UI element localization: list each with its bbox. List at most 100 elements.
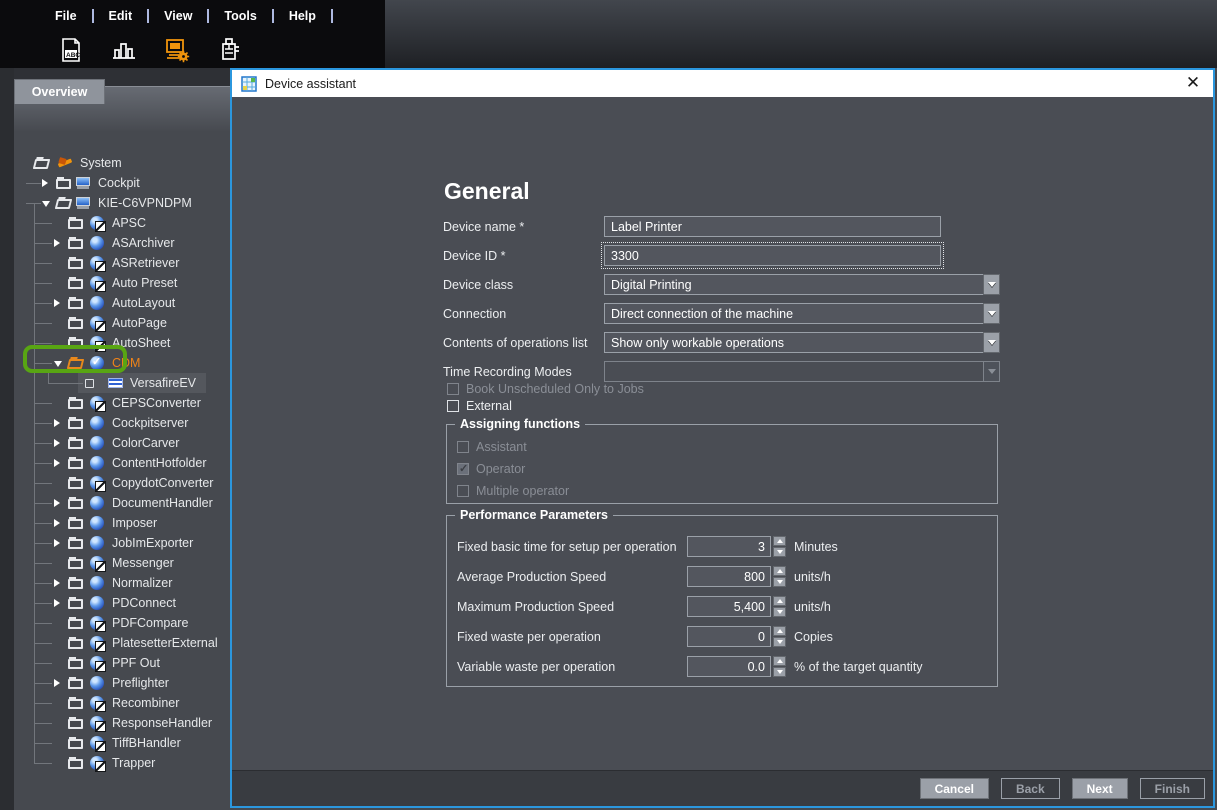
tree-expand-arrow-icon[interactable] xyxy=(54,599,60,607)
spinner-input[interactable]: 800 xyxy=(687,566,771,587)
checkbox-row[interactable]: Multiple operator xyxy=(457,484,569,498)
tree-item[interactable]: Recombiner xyxy=(14,693,230,713)
menu-item[interactable]: Edit xyxy=(109,9,133,23)
tree-item[interactable]: ASArchiver xyxy=(14,233,230,253)
tree-item[interactable]: ColorCarver xyxy=(14,433,230,453)
dialog-button[interactable]: Finish xyxy=(1140,778,1205,799)
tree-expand-arrow-icon[interactable] xyxy=(42,179,48,187)
tree-item[interactable]: PDFCompare xyxy=(14,613,230,633)
spin-up-icon[interactable] xyxy=(773,566,786,576)
tree-item[interactable]: Messenger xyxy=(14,553,230,573)
tree-item[interactable]: Trapper xyxy=(14,753,230,773)
tree-item[interactable]: CopydotConverter xyxy=(14,473,230,493)
tree-item[interactable]: APSC xyxy=(14,213,230,233)
tree-expand-arrow-icon[interactable] xyxy=(54,299,60,307)
spin-up-icon[interactable] xyxy=(773,536,786,546)
tree-item[interactable]: DocumentHandler xyxy=(14,493,230,513)
spin-down-icon[interactable] xyxy=(773,577,786,587)
tree-item[interactable]: ResponseHandler xyxy=(14,713,230,733)
checkbox-row[interactable]: Assistant xyxy=(457,440,569,454)
machine-icon[interactable] xyxy=(217,36,243,63)
tree-item[interactable]: AutoLayout xyxy=(14,293,230,313)
spin-down-icon[interactable] xyxy=(773,607,786,617)
checkbox[interactable] xyxy=(457,485,469,497)
dropdown-arrow-icon[interactable] xyxy=(983,361,1000,382)
field-input[interactable]: Digital Printing xyxy=(604,274,1000,295)
checkbox[interactable] xyxy=(447,383,459,395)
tree-item[interactable]: PlatesetterExternal xyxy=(14,633,230,653)
checkbox-row[interactable]: External xyxy=(447,399,644,413)
tree-item[interactable]: AutoSheet xyxy=(14,333,230,353)
tree-item[interactable]: ASRetriever xyxy=(14,253,230,273)
field-input[interactable]: Direct connection of the machine xyxy=(604,303,1000,324)
menu-item[interactable]: View xyxy=(164,9,192,23)
tree-expand-arrow-icon[interactable] xyxy=(54,579,60,587)
folder-icon xyxy=(68,219,83,229)
dialog-button[interactable]: Next xyxy=(1072,778,1128,799)
form-row: Connection Direct connection of the mach… xyxy=(443,303,1003,324)
form-row: Device ID * 3300 xyxy=(443,245,1003,266)
spinner-input[interactable]: 0.0 xyxy=(687,656,771,677)
checkbox-row[interactable]: Book Unscheduled Only to Jobs xyxy=(447,382,644,396)
tree-item[interactable]: Preflighter xyxy=(14,673,230,693)
dialog-button[interactable]: Cancel xyxy=(920,778,989,799)
dropdown-arrow-icon[interactable] xyxy=(983,303,1000,324)
tree-expand-arrow-icon[interactable] xyxy=(42,201,50,207)
tree-expand-arrow-icon[interactable] xyxy=(54,519,60,527)
checkbox[interactable] xyxy=(447,400,459,412)
tree-expand-arrow-icon[interactable] xyxy=(54,239,60,247)
field-input[interactable]: Label Printer xyxy=(604,216,941,237)
tree-item-label: Normalizer xyxy=(112,576,172,590)
tree-item[interactable]: PDConnect xyxy=(14,593,230,613)
tree-item[interactable]: VersafireEV xyxy=(14,373,230,393)
overview-tab[interactable]: Overview xyxy=(14,79,105,104)
bar-chart-icon[interactable] xyxy=(111,36,137,63)
menu-item[interactable]: Help xyxy=(289,9,316,23)
spin-up-icon[interactable] xyxy=(773,626,786,636)
tree-item[interactable]: CDM xyxy=(14,353,230,373)
tree-expand-arrow-icon[interactable] xyxy=(54,679,60,687)
device-settings-icon[interactable] xyxy=(164,36,190,63)
dropdown-arrow-icon[interactable] xyxy=(983,274,1000,295)
tree-item[interactable]: Cockpitserver xyxy=(14,413,230,433)
tree-item[interactable]: ContentHotfolder xyxy=(14,453,230,473)
checkbox-row[interactable]: Operator xyxy=(457,462,569,476)
dropdown-arrow-icon[interactable] xyxy=(983,332,1000,353)
spin-down-icon[interactable] xyxy=(773,667,786,677)
tree-item[interactable]: Cockpit xyxy=(14,173,230,193)
tree-item[interactable]: AutoPage xyxy=(14,313,230,333)
tree-item[interactable]: TiffBHandler xyxy=(14,733,230,753)
field-input[interactable]: 3300 xyxy=(604,245,941,266)
spin-down-icon[interactable] xyxy=(773,637,786,647)
field-input[interactable] xyxy=(604,361,1000,382)
spinner-input[interactable]: 5,400 xyxy=(687,596,771,617)
tree-item[interactable]: PPF Out xyxy=(14,653,230,673)
dialog-button[interactable]: Back xyxy=(1001,778,1060,799)
spellcheck-report-icon[interactable]: ABC xyxy=(58,36,84,63)
folder-icon xyxy=(68,679,83,689)
tree-expand-arrow-icon[interactable] xyxy=(54,499,60,507)
tree-item[interactable]: Auto Preset xyxy=(14,273,230,293)
spinner-input[interactable]: 0 xyxy=(687,626,771,647)
checkbox[interactable] xyxy=(457,463,469,475)
tree-expand-arrow-icon[interactable] xyxy=(54,419,60,427)
tree-item[interactable]: Imposer xyxy=(14,513,230,533)
tree-item[interactable]: Normalizer xyxy=(14,573,230,593)
spin-down-icon[interactable] xyxy=(773,547,786,557)
tree-item[interactable]: JobImExporter xyxy=(14,533,230,553)
tree-expand-arrow-icon[interactable] xyxy=(54,539,60,547)
tree-expand-arrow-icon[interactable] xyxy=(54,361,62,367)
tree-expand-arrow-icon[interactable] xyxy=(54,439,60,447)
close-icon[interactable]: ✕ xyxy=(1183,73,1203,93)
tree-item[interactable]: CEPSConverter xyxy=(14,393,230,413)
spinner-input[interactable]: 3 xyxy=(687,536,771,557)
tree-item[interactable]: KIE-C6VPNDPM xyxy=(14,193,230,213)
menu-item[interactable]: File xyxy=(55,9,77,23)
checkbox[interactable] xyxy=(457,441,469,453)
spin-up-icon[interactable] xyxy=(773,656,786,666)
tree-expand-arrow-icon[interactable] xyxy=(54,459,60,467)
tree-item[interactable]: System xyxy=(14,153,230,173)
spin-up-icon[interactable] xyxy=(773,596,786,606)
field-input[interactable]: Show only workable operations xyxy=(604,332,1000,353)
menu-item[interactable]: Tools xyxy=(224,9,256,23)
